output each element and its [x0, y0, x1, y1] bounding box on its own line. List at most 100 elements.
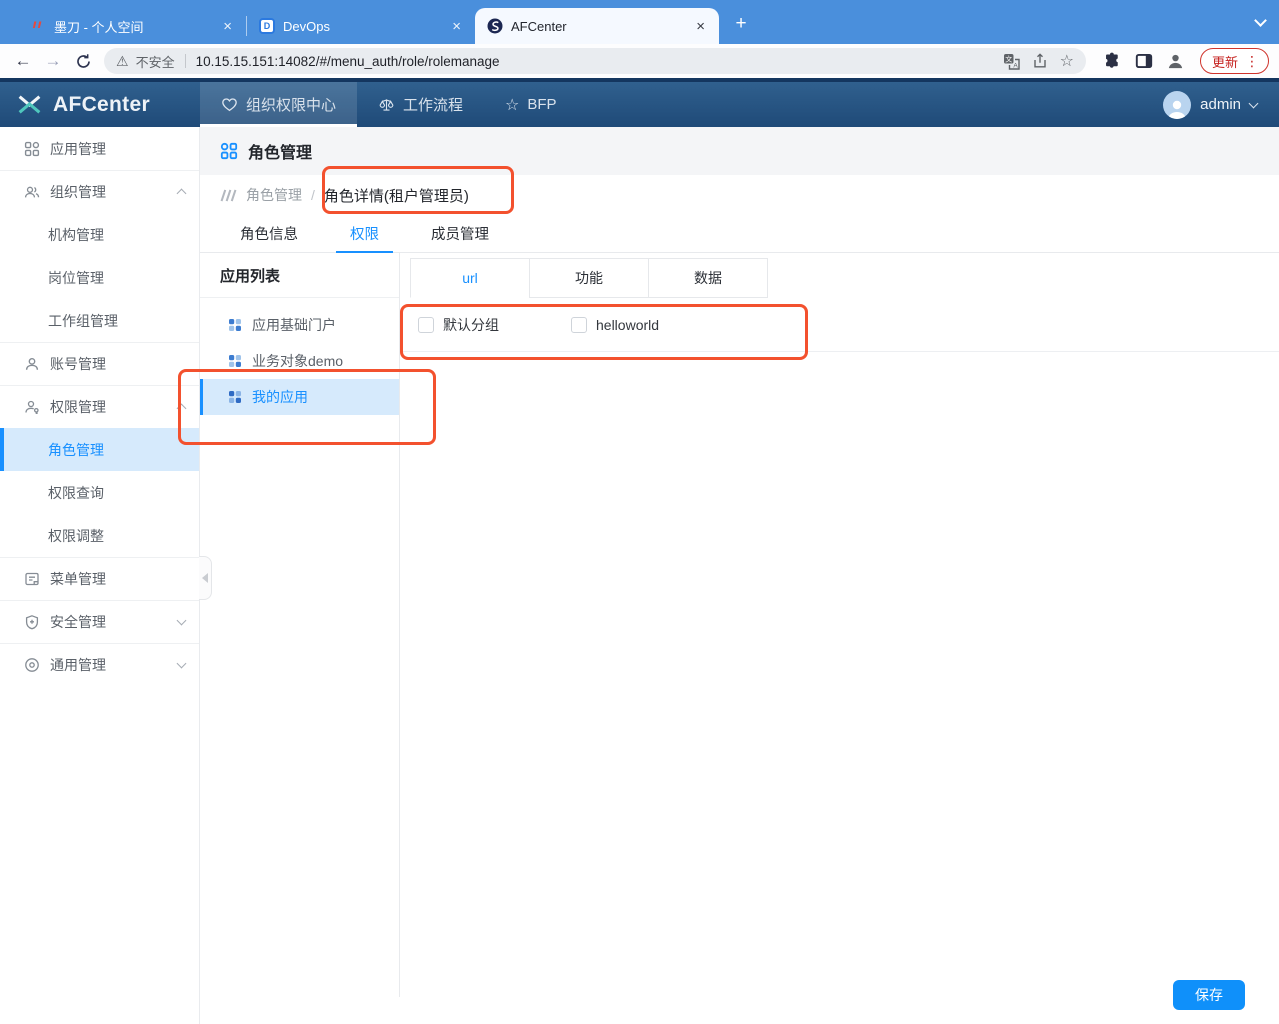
- sidebar-item-label: 组织管理: [50, 182, 106, 202]
- sidebar-item-institution-management[interactable]: 机构管理: [0, 213, 199, 256]
- sidebar-item-menu-management[interactable]: 菜单管理: [0, 557, 199, 600]
- sidebar-item-app-management[interactable]: 应用管理: [0, 127, 199, 170]
- devops-favicon-icon: D: [259, 18, 275, 34]
- nav-item-label: 工作流程: [403, 94, 463, 115]
- tab-title: DevOps: [283, 19, 440, 34]
- nav-item-workflow[interactable]: 工作流程: [357, 82, 484, 127]
- app-list-item-base-portal[interactable]: 应用基础门户: [200, 307, 399, 343]
- sidebar-item-permission-management[interactable]: 权限管理: [0, 385, 199, 428]
- tab-label: 成员管理: [431, 223, 489, 244]
- main-content: 角色管理 角色管理 / 角色详情(租户管理员) 角色信息 权限 成员管理 应用列…: [200, 127, 1279, 1024]
- user-name: admin: [1200, 96, 1241, 113]
- bookmark-star-icon[interactable]: ☆: [1060, 51, 1074, 71]
- user-avatar: [1163, 91, 1191, 119]
- perm-tab-url[interactable]: url: [410, 258, 530, 298]
- tab-search-chevron-icon[interactable]: [1254, 14, 1267, 27]
- browser-tab-moka[interactable]: 墨刀 - 个人空间 ×: [18, 8, 246, 44]
- sidebar-item-permission-query[interactable]: 权限查询: [0, 471, 199, 514]
- star-icon: ☆: [505, 95, 519, 115]
- tab-permission[interactable]: 权限: [324, 215, 405, 252]
- app-list-panel: 应用列表 应用基础门户 业务对象demo: [200, 253, 400, 997]
- sidebar-item-org-management[interactable]: 组织管理: [0, 170, 199, 213]
- sidebar: 应用管理 组织管理 机构管理 岗位管理 工作组管理 账号管理: [0, 127, 200, 1024]
- perm-tab-data[interactable]: 数据: [648, 258, 768, 298]
- app-squares-icon: [228, 318, 242, 332]
- sidebar-item-label: 权限调整: [48, 526, 104, 546]
- user-menu[interactable]: admin: [1163, 82, 1279, 127]
- permission-body: 应用列表 应用基础门户 业务对象demo: [200, 253, 1279, 1024]
- address-bar[interactable]: ⚠ 不安全 10.15.15.151:14082/#/menu_auth/rol…: [104, 48, 1086, 74]
- close-tab-icon[interactable]: ×: [219, 18, 236, 35]
- app-list-item-label: 业务对象demo: [252, 351, 343, 371]
- chevron-down-icon: [1249, 98, 1259, 108]
- checkbox-item-default-group[interactable]: 默认分组: [418, 315, 499, 335]
- breadcrumb: 角色管理 / 角色详情(租户管理员): [200, 175, 1279, 215]
- forward-button[interactable]: →: [40, 48, 66, 74]
- tab-title: 墨刀 - 个人空间: [54, 17, 211, 36]
- app-header: AFCenter 组织权限中心 工作流程 ☆ BFP: [0, 82, 1279, 127]
- tab-member-management[interactable]: 成员管理: [405, 215, 515, 252]
- nav-item-bfp[interactable]: ☆ BFP: [484, 82, 578, 127]
- checkbox-icon[interactable]: [571, 317, 587, 333]
- sidebar-item-permission-adjust[interactable]: 权限调整: [0, 514, 199, 557]
- chevron-up-icon[interactable]: [177, 189, 187, 199]
- url-text[interactable]: 10.15.15.151:14082/#/menu_auth/role/role…: [196, 54, 996, 69]
- breadcrumb-parent[interactable]: 角色管理: [246, 185, 302, 205]
- new-tab-button[interactable]: +: [727, 10, 755, 38]
- sidebar-collapse-handle[interactable]: [199, 556, 212, 600]
- perm-tab-label: 功能: [575, 268, 603, 288]
- security-warning-icon[interactable]: ⚠: [116, 53, 129, 70]
- side-panel-icon[interactable]: [1133, 50, 1155, 72]
- share-icon[interactable]: [1032, 53, 1048, 69]
- sidebar-item-position-management[interactable]: 岗位管理: [0, 256, 199, 299]
- breadcrumb-separator: /: [311, 187, 315, 203]
- app-brand-name: AFCenter: [53, 93, 150, 117]
- sidebar-item-workgroup-management[interactable]: 工作组管理: [0, 299, 199, 342]
- browser-tab-strip: 墨刀 - 个人空间 × D DevOps × AFCenter × +: [0, 0, 1279, 44]
- chevron-down-icon[interactable]: [177, 616, 187, 626]
- app-list-title: 应用列表: [200, 253, 399, 298]
- sidebar-item-account-management[interactable]: 账号管理: [0, 342, 199, 385]
- translate-icon[interactable]: 文A: [1003, 53, 1020, 70]
- tab-role-info[interactable]: 角色信息: [214, 215, 324, 252]
- extensions-puzzle-icon[interactable]: [1101, 50, 1123, 72]
- sidebar-item-general-management[interactable]: 通用管理: [0, 643, 199, 686]
- save-button[interactable]: 保存: [1173, 980, 1245, 1010]
- sidebar-item-label: 通用管理: [50, 655, 106, 675]
- app-list-item-my-app[interactable]: 我的应用: [200, 379, 399, 415]
- app-squares-icon: [228, 390, 242, 404]
- reload-button[interactable]: [70, 48, 96, 74]
- nav-item-label: 组织权限中心: [246, 94, 336, 115]
- sidebar-item-label: 工作组管理: [48, 311, 118, 331]
- chevron-down-icon[interactable]: [177, 659, 187, 669]
- page-title-bar: 角色管理: [200, 127, 1279, 175]
- browser-tab-afcenter[interactable]: AFCenter ×: [475, 8, 719, 44]
- sidebar-item-label: 权限查询: [48, 483, 104, 503]
- close-tab-icon[interactable]: ×: [448, 18, 465, 35]
- menu-kebab-icon[interactable]: ⋮: [1245, 53, 1259, 70]
- sidebar-item-label: 角色管理: [48, 440, 104, 460]
- checkbox-item-helloworld[interactable]: helloworld: [571, 317, 659, 333]
- sidebar-item-security-management[interactable]: 安全管理: [0, 600, 199, 643]
- perm-tab-label: 数据: [694, 268, 722, 288]
- checkbox-icon[interactable]: [418, 317, 434, 333]
- sidebar-item-label: 菜单管理: [50, 569, 106, 589]
- close-tab-icon[interactable]: ×: [692, 18, 709, 35]
- nav-item-label: BFP: [527, 96, 556, 113]
- nav-item-org-permission-center[interactable]: 组织权限中心: [200, 82, 357, 127]
- app-list-item-business-object-demo[interactable]: 业务对象demo: [200, 343, 399, 379]
- page-title: 角色管理: [248, 139, 312, 163]
- back-button[interactable]: ←: [10, 48, 36, 74]
- tab-label: 角色信息: [240, 223, 298, 244]
- app-header-nav: 组织权限中心 工作流程 ☆ BFP: [200, 82, 578, 127]
- app-brand[interactable]: AFCenter: [0, 82, 200, 127]
- profile-avatar-icon[interactable]: [1165, 50, 1187, 72]
- chevron-up-icon[interactable]: [177, 404, 187, 414]
- app-list-item-label: 应用基础门户: [252, 315, 336, 335]
- perm-tab-function[interactable]: 功能: [529, 258, 649, 298]
- update-browser-button[interactable]: 更新 ⋮: [1200, 48, 1269, 74]
- sidebar-item-role-management[interactable]: 角色管理: [0, 428, 199, 471]
- browser-tab-devops[interactable]: D DevOps ×: [247, 8, 475, 44]
- permission-type-tabs: url 功能 数据: [410, 258, 1279, 298]
- heart-icon: [221, 97, 238, 112]
